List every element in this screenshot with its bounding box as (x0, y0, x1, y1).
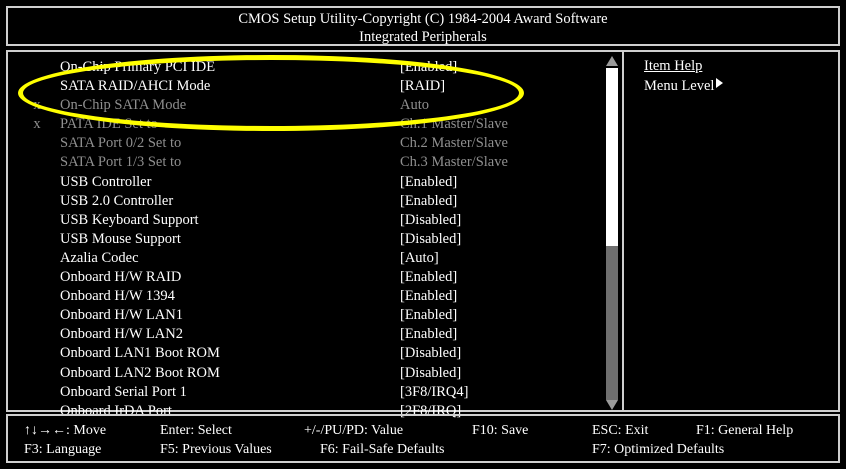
setting-value[interactable]: [Disabled] (400, 211, 461, 230)
setting-label: On-Chip Primary PCI IDE (60, 59, 216, 75)
hint-general-help: F1: General Help (696, 423, 794, 438)
hint-language: F3: Language (24, 442, 102, 457)
setting-label: SATA Port 1/3 Set to (60, 154, 182, 171)
setting-row-sata-raid-ahci-mode[interactable]: SATA RAID/AHCI Mode [RAID] (8, 77, 608, 96)
setting-value: Ch.3 Master/Slave (400, 154, 508, 171)
setting-label: USB Controller (60, 173, 152, 190)
setting-label: Onboard H/W RAID (60, 269, 182, 286)
setting-label: Onboard Serial Port 1 (60, 383, 187, 400)
setting-label: Onboard H/W LAN1 (60, 307, 183, 324)
setting-value[interactable]: [Enabled] (400, 306, 457, 325)
setting-label: PATA IDE Set to (60, 116, 158, 133)
hint-move: ↑↓→←: Move (24, 423, 107, 438)
utility-title: CMOS Setup Utility-Copyright (C) 1984-20… (238, 11, 608, 27)
header-box: CMOS Setup Utility-Copyright (C) 1984-20… (6, 6, 840, 46)
setting-row-serial-port-1[interactable]: Onboard Serial Port 1 [3F8/IRQ4] (8, 383, 608, 402)
scroll-thumb[interactable] (606, 68, 618, 246)
menu-level-line: Menu Level (644, 78, 724, 95)
scrollbar[interactable] (606, 56, 618, 410)
settings-list: On-Chip Primary PCI IDE [Enabled] SATA R… (8, 58, 608, 421)
page-title: Integrated Peripherals (359, 29, 487, 45)
setting-label: Azalia Codec (60, 249, 139, 266)
menu-level-triangle-icon (716, 78, 724, 88)
setting-label: USB Keyboard Support (60, 211, 199, 228)
setting-row-sata-port-0-2: SATA Port 0/2 Set to Ch.2 Master/Slave (8, 134, 608, 153)
setting-row-pata-ide-set-to: x PATA IDE Set to Ch.1 Master/Slave (8, 115, 608, 134)
setting-row-hw-lan1[interactable]: Onboard H/W LAN1 [Enabled] (8, 306, 608, 325)
setting-label: USB 2.0 Controller (60, 192, 174, 209)
setting-label: Onboard H/W 1394 (60, 288, 175, 305)
setting-row-hw-1394[interactable]: Onboard H/W 1394 [Enabled] (8, 287, 608, 306)
setting-row-azalia-codec[interactable]: Azalia Codec [Auto] (8, 249, 608, 268)
setting-value[interactable]: [Enabled] (400, 325, 457, 344)
item-help-heading: Item Help (644, 58, 703, 74)
setting-label: On-Chip SATA Mode (60, 97, 187, 114)
disabled-x-mark: x (33, 116, 41, 133)
setting-value[interactable]: [Auto] (400, 249, 439, 268)
bios-screen: CMOS Setup Utility-Copyright (C) 1984-20… (0, 0, 846, 469)
setting-value[interactable]: [Disabled] (400, 230, 461, 249)
hint-exit: ESC: Exit (592, 423, 649, 438)
panel-divider (622, 52, 624, 410)
setting-value[interactable]: [Enabled] (400, 173, 457, 192)
menu-level-label: Menu Level (644, 78, 715, 94)
hint-previous-values: F5: Previous Values (160, 442, 272, 457)
setting-row-usb2-controller[interactable]: USB 2.0 Controller [Enabled] (8, 192, 608, 211)
setting-row-usb-mouse-support[interactable]: USB Mouse Support [Disabled] (8, 230, 608, 249)
setting-row-primary-pci-ide[interactable]: On-Chip Primary PCI IDE [Enabled] (8, 58, 608, 77)
setting-value: Ch.1 Master/Slave (400, 116, 508, 133)
setting-value[interactable]: [Enabled] (400, 192, 457, 211)
setting-label: Onboard LAN1 Boot ROM (60, 345, 220, 362)
setting-value[interactable]: [Enabled] (400, 58, 457, 77)
setting-row-usb-controller[interactable]: USB Controller [Enabled] (8, 173, 608, 192)
setting-row-hw-lan2[interactable]: Onboard H/W LAN2 [Enabled] (8, 325, 608, 344)
setting-label: SATA Port 0/2 Set to (60, 135, 182, 152)
setting-row-sata-port-1-3: SATA Port 1/3 Set to Ch.3 Master/Slave (8, 153, 608, 172)
setting-row-lan2-boot-rom[interactable]: Onboard LAN2 Boot ROM [Disabled] (8, 364, 608, 383)
hint-failsafe-defaults: F6: Fail-Safe Defaults (320, 442, 445, 457)
setting-value: Ch.2 Master/Slave (400, 135, 508, 152)
setting-value[interactable]: [3F8/IRQ4] (400, 383, 468, 402)
setting-row-lan1-boot-rom[interactable]: Onboard LAN1 Boot ROM [Disabled] (8, 344, 608, 363)
hint-save: F10: Save (472, 423, 529, 438)
setting-value[interactable]: [RAID] (400, 77, 445, 96)
hint-value: +/-/PU/PD: Value (304, 423, 404, 438)
setting-label: USB Mouse Support (60, 230, 181, 247)
scroll-up-arrow-icon[interactable] (606, 56, 618, 66)
hint-select: Enter: Select (160, 423, 232, 438)
setting-value[interactable]: [Disabled] (400, 344, 461, 363)
setting-label: SATA RAID/AHCI Mode (60, 78, 211, 95)
setting-row-onchip-sata-mode: x On-Chip SATA Mode Auto (8, 96, 608, 115)
settings-panel: On-Chip Primary PCI IDE [Enabled] SATA R… (6, 50, 840, 419)
setting-value[interactable]: [Enabled] (400, 268, 457, 287)
scroll-down-arrow-icon[interactable] (606, 400, 618, 410)
setting-row-hw-raid[interactable]: Onboard H/W RAID [Enabled] (8, 268, 608, 287)
key-legend: ↑↓→←: Move Enter: Select +/-/PU/PD: Valu… (6, 414, 840, 463)
setting-value[interactable]: [Enabled] (400, 287, 457, 306)
disabled-x-mark: x (33, 97, 41, 114)
hint-optimized-defaults: F7: Optimized Defaults (592, 442, 725, 457)
setting-label: Onboard H/W LAN2 (60, 326, 183, 343)
setting-value[interactable]: [Disabled] (400, 364, 461, 383)
setting-label: Onboard LAN2 Boot ROM (60, 364, 220, 381)
setting-value: Auto (400, 97, 429, 114)
setting-row-usb-keyboard-support[interactable]: USB Keyboard Support [Disabled] (8, 211, 608, 230)
